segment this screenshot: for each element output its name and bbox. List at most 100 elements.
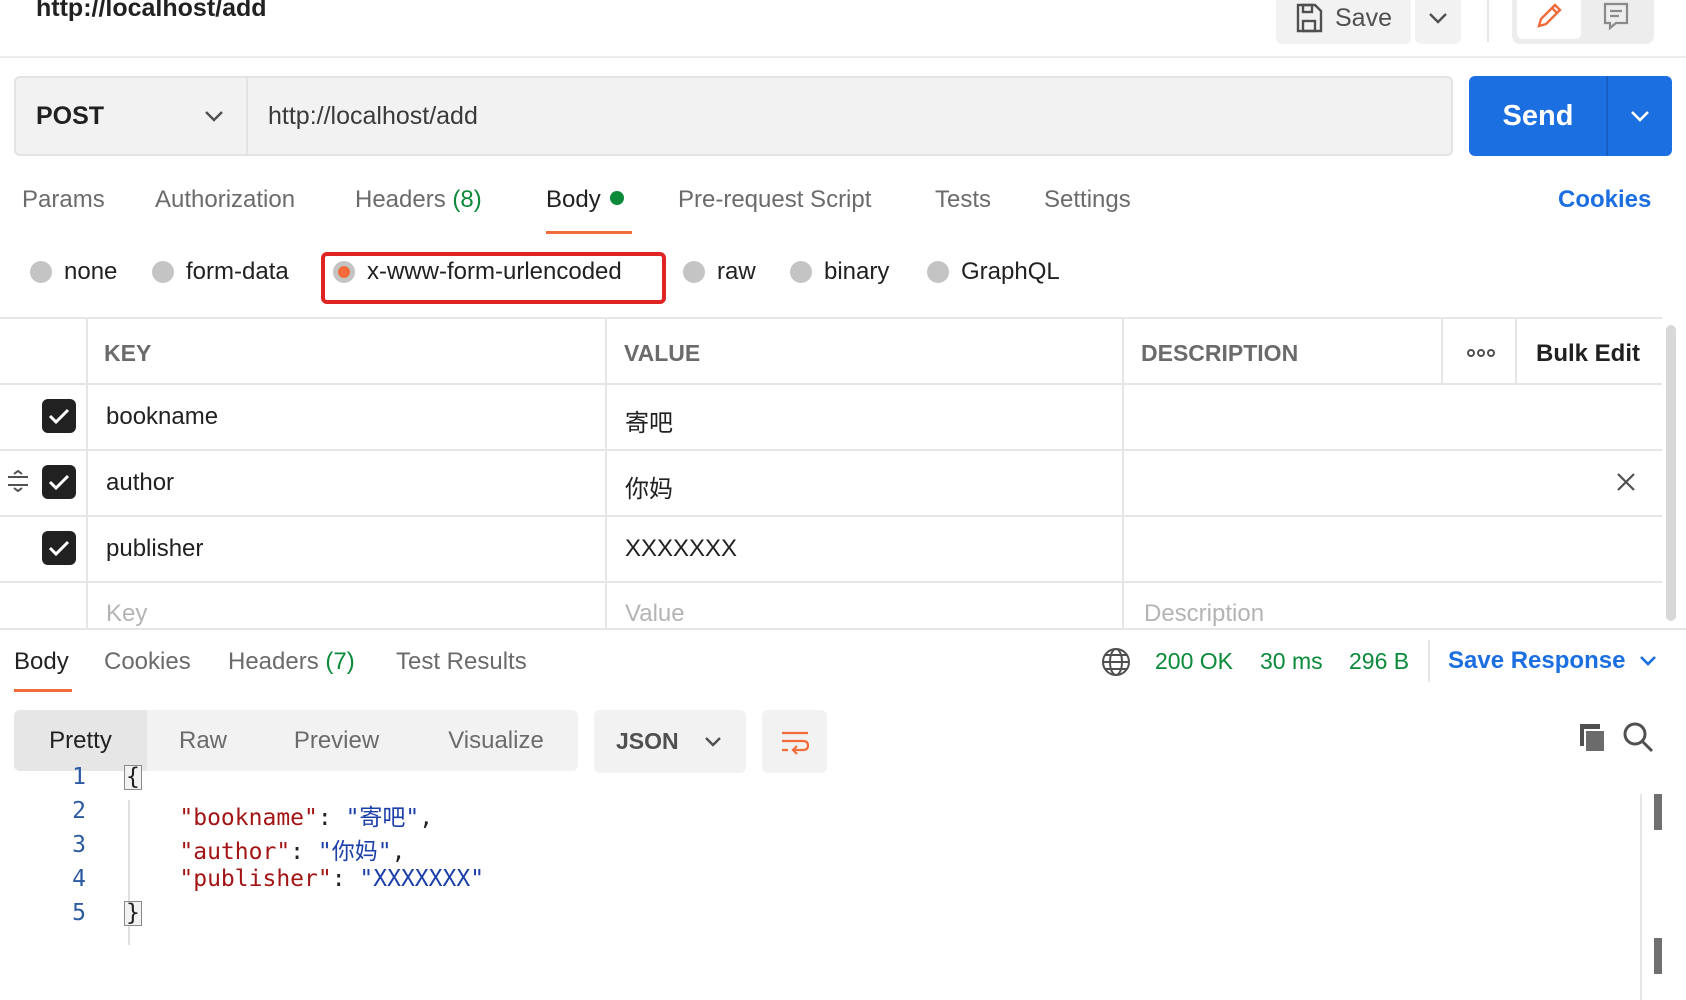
tab-body[interactable]: Body [546, 186, 624, 214]
table-column-divider [1441, 317, 1443, 383]
cookies-link[interactable]: Cookies [1558, 186, 1651, 214]
more-options-icon[interactable] [1464, 338, 1498, 368]
tab-params[interactable]: Params [22, 186, 105, 214]
save-response-button[interactable]: Save Response [1448, 647, 1657, 675]
params-scrollbar[interactable] [1666, 325, 1676, 621]
documentation-mode-button[interactable] [1584, 0, 1648, 39]
toolbar-divider [1487, 0, 1489, 42]
code-line[interactable]: "publisher": "XXXXXXX" [124, 866, 484, 892]
response-size[interactable]: 296 B [1349, 648, 1409, 675]
send-button[interactable]: Send [1469, 76, 1607, 156]
table-column-divider [86, 317, 88, 628]
edit-mode-button[interactable] [1517, 0, 1581, 39]
param-value-cell[interactable]: 寄吧 [625, 403, 673, 438]
code-line[interactable]: "bookname": "寄吧", [124, 798, 433, 832]
line-number: 5 [72, 900, 86, 926]
code-scroll-marker[interactable] [1654, 794, 1662, 830]
globe-icon[interactable] [1100, 646, 1132, 678]
param-value-cell[interactable]: XXXXXXX [625, 535, 737, 563]
radio-circle [790, 261, 812, 283]
tab-tests-label: Tests [935, 186, 992, 213]
search-icon[interactable] [1622, 721, 1654, 753]
code-line[interactable]: "author": "你妈", [124, 832, 405, 866]
save-options-dropdown[interactable] [1415, 0, 1461, 44]
response-tab-headers-count: (7) [325, 648, 355, 675]
response-tab-test-results[interactable]: Test Results [396, 648, 527, 676]
send-options-dropdown[interactable] [1608, 76, 1672, 156]
checkmark-icon [48, 474, 70, 491]
table-row-divider [0, 515, 1662, 517]
body-type-graphql[interactable]: GraphQL [927, 258, 1060, 286]
tab-authorization-label: Authorization [155, 186, 296, 213]
pencil-icon [1537, 2, 1562, 28]
drag-handle-icon[interactable] [6, 470, 30, 492]
chevron-down-icon [1631, 111, 1649, 122]
chevron-down-icon [1429, 13, 1447, 24]
wrap-lines-icon [781, 731, 809, 755]
format-select[interactable]: JSON [594, 710, 746, 773]
code-line[interactable]: } [124, 900, 142, 926]
json-close-brace: } [124, 900, 142, 926]
row-checkbox[interactable] [42, 399, 76, 433]
response-status[interactable]: 200 OK [1155, 648, 1233, 675]
json-separator: : [317, 805, 346, 831]
tab-params-label: Params [22, 186, 105, 213]
json-key: "publisher" [179, 866, 332, 892]
tab-settings[interactable]: Settings [1044, 186, 1131, 214]
response-tab-headers[interactable]: Headers (7) [228, 648, 355, 676]
response-tab-cookies[interactable]: Cookies [104, 648, 191, 676]
response-time[interactable]: 30 ms [1260, 648, 1323, 675]
tab-tests[interactable]: Tests [935, 186, 991, 214]
bulk-edit-button[interactable]: Bulk Edit [1536, 340, 1640, 368]
radio-circle [30, 261, 52, 283]
code-line[interactable]: { [124, 764, 142, 790]
body-type-form-data[interactable]: form-data [152, 258, 289, 286]
response-tab-body[interactable]: Body [14, 648, 69, 676]
json-separator: : [331, 866, 360, 892]
column-header-key: KEY [104, 340, 152, 366]
view-visualize-button[interactable]: Visualize [414, 710, 578, 771]
table-column-divider [1515, 317, 1517, 383]
radio-circle [683, 261, 705, 283]
param-key-cell[interactable]: publisher [106, 535, 203, 563]
tab-pre-request-script[interactable]: Pre-request Script [678, 186, 871, 214]
table-column-divider [1122, 317, 1124, 628]
json-key: "author" [179, 839, 291, 865]
body-type-binary[interactable]: binary [790, 258, 889, 286]
save-button[interactable]: Save [1276, 0, 1411, 44]
param-value-cell[interactable]: 你妈 [625, 469, 673, 504]
param-key-cell[interactable]: bookname [106, 403, 218, 431]
checkmark-icon [48, 408, 70, 425]
url-input[interactable]: http://localhost/add [248, 76, 1453, 156]
method-select[interactable]: POST [14, 76, 248, 156]
new-key-input[interactable]: Key [106, 600, 147, 628]
new-description-input[interactable]: Description [1144, 600, 1264, 628]
view-pretty-button[interactable]: Pretty [14, 710, 147, 771]
copy-icon[interactable] [1576, 722, 1608, 754]
tab-headers[interactable]: Headers (8) [355, 186, 482, 214]
wrap-lines-button[interactable] [762, 710, 827, 773]
body-type-none[interactable]: none [30, 258, 117, 286]
code-scroll-marker[interactable] [1654, 938, 1662, 974]
close-icon[interactable] [1614, 470, 1638, 494]
annotation-highlight-box [321, 252, 666, 304]
row-checkbox[interactable] [42, 465, 76, 499]
view-preview-button[interactable]: Preview [259, 710, 414, 771]
json-comma: , [419, 805, 434, 831]
format-label: JSON [616, 728, 679, 754]
row-checkbox[interactable] [42, 531, 76, 565]
tab-pre-request-script-label: Pre-request Script [678, 186, 872, 213]
line-number: 4 [72, 866, 86, 892]
header-divider [0, 56, 1686, 58]
view-raw-button[interactable]: Raw [147, 710, 259, 771]
new-value-input[interactable]: Value [625, 600, 685, 628]
response-tab-headers-label: Headers [228, 648, 319, 675]
document-icon [1603, 2, 1629, 30]
method-label: POST [36, 101, 105, 130]
tab-authorization[interactable]: Authorization [155, 186, 295, 214]
param-key-cell[interactable]: author [106, 469, 174, 497]
save-icon [1296, 3, 1323, 33]
body-type-raw[interactable]: raw [683, 258, 756, 286]
status-divider [1428, 640, 1430, 682]
radio-circle [927, 261, 949, 283]
